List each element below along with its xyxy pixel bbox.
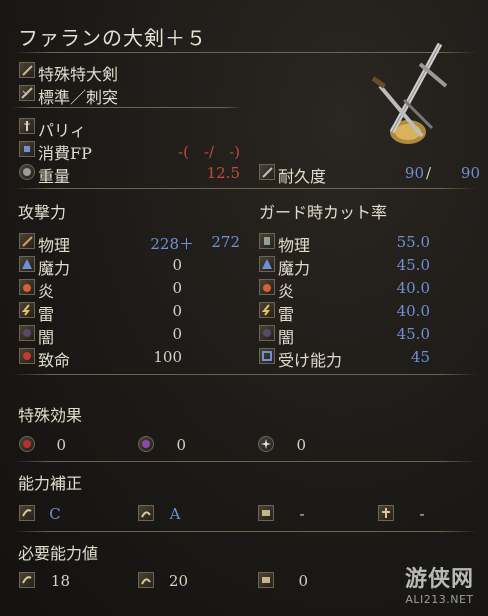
scaling-faith: -	[419, 505, 425, 523]
strength-icon	[19, 505, 35, 521]
attack-value-lightning: 0	[172, 302, 182, 320]
guard-fire-icon	[259, 279, 275, 295]
weight-value: 12.5	[206, 164, 240, 182]
dark-icon	[19, 325, 35, 341]
scaling-header: 能力補正	[18, 474, 83, 493]
intelligence-icon	[258, 505, 274, 521]
durability-icon	[259, 164, 275, 180]
watermark-brand: 游侠网	[404, 567, 474, 592]
durability-current: 90	[404, 164, 424, 182]
weapon-type: 特殊特大剣	[38, 65, 119, 84]
guard-label-lightning: 雷	[278, 305, 295, 324]
skill-icon	[19, 118, 35, 134]
guard-label-fire: 炎	[278, 282, 295, 301]
attack-label-dark: 闇	[38, 328, 55, 347]
faith-icon	[378, 505, 394, 521]
req-dexterity: 20	[168, 572, 188, 590]
poison-value: 0	[176, 436, 186, 454]
guard-dark-icon	[259, 325, 275, 341]
scaling-intelligence: -	[299, 505, 305, 523]
scaling-strength: C	[49, 505, 61, 523]
guard-physical-icon	[259, 233, 275, 249]
weight-label: 重量	[38, 167, 71, 186]
guard-lightning-icon	[259, 302, 275, 318]
divider	[12, 188, 478, 189]
req-intelligence-icon	[258, 572, 274, 588]
skill-name: パリィ	[38, 121, 87, 140]
frost-icon	[258, 436, 274, 452]
attack-value-magic: 0	[172, 256, 182, 274]
attack-value-physical: 228＋	[150, 235, 194, 253]
physical-attack-icon	[19, 233, 35, 249]
fp-icon	[19, 141, 35, 157]
stability-icon	[259, 348, 275, 364]
attack-label-critical: 致命	[38, 351, 71, 370]
attack-type: 標準／刺突	[38, 88, 119, 107]
requirements-header: 必要能力値	[18, 544, 99, 563]
durability-label: 耐久度	[278, 167, 327, 186]
divider	[12, 531, 478, 532]
guard-magic-icon	[259, 256, 275, 272]
guard-label-dark: 闇	[278, 328, 295, 347]
divider	[12, 107, 242, 108]
weapon-image	[360, 40, 460, 152]
durability-separator: /	[426, 164, 432, 182]
weapon-type-icon	[19, 62, 35, 78]
weight-icon	[19, 164, 35, 180]
attack-type-icon	[19, 85, 35, 101]
frost-value: 0	[296, 436, 306, 454]
divider	[12, 461, 478, 462]
lightning-icon	[19, 302, 35, 318]
attack-label-fire: 炎	[38, 282, 55, 301]
guard-label-stability: 受け能力	[278, 351, 343, 370]
poison-icon	[138, 436, 154, 452]
bleed-icon	[19, 436, 35, 452]
attack-value-physical-bonus: 272	[211, 233, 240, 251]
divider	[12, 374, 478, 375]
guard-value-fire: 40.0	[396, 279, 430, 297]
guard-label-magic: 魔力	[278, 259, 311, 278]
magic-icon	[19, 256, 35, 272]
req-intelligence: 0	[298, 572, 308, 590]
fire-icon	[19, 279, 35, 295]
critical-icon	[19, 348, 35, 364]
attack-label-magic: 魔力	[38, 259, 71, 278]
guard-value-physical: 55.0	[396, 233, 430, 251]
guard-label-physical: 物理	[278, 236, 311, 255]
req-dexterity-icon	[138, 572, 154, 588]
fp-value: -( -/ -)	[178, 143, 240, 161]
req-strength-icon	[19, 572, 35, 588]
watermark-url: ALI213.NET	[405, 593, 474, 606]
attack-header: 攻撃力	[18, 203, 67, 222]
guard-value-lightning: 40.0	[396, 302, 430, 320]
guard-value-magic: 45.0	[396, 256, 430, 274]
scaling-dexterity: A	[169, 505, 181, 523]
special-header: 特殊効果	[18, 406, 83, 425]
guard-value-dark: 45.0	[396, 325, 430, 343]
attack-value-dark: 0	[172, 325, 182, 343]
bleed-value: 0	[56, 436, 66, 454]
weapon-title: ファランの大剣＋５	[18, 26, 207, 50]
attack-label-physical: 物理	[38, 236, 71, 255]
dexterity-icon	[138, 505, 154, 521]
attack-value-critical: 100	[153, 348, 182, 366]
attack-value-fire: 0	[172, 279, 182, 297]
durability-max: 90	[460, 164, 480, 182]
watermark: 游侠网 ALI213.NET	[405, 561, 474, 606]
req-strength: 18	[50, 572, 70, 590]
attack-label-lightning: 雷	[38, 305, 55, 324]
guard-value-stability: 45	[410, 348, 430, 366]
guard-header: ガード時カット率	[259, 203, 388, 222]
fp-label: 消費FP	[38, 144, 92, 163]
